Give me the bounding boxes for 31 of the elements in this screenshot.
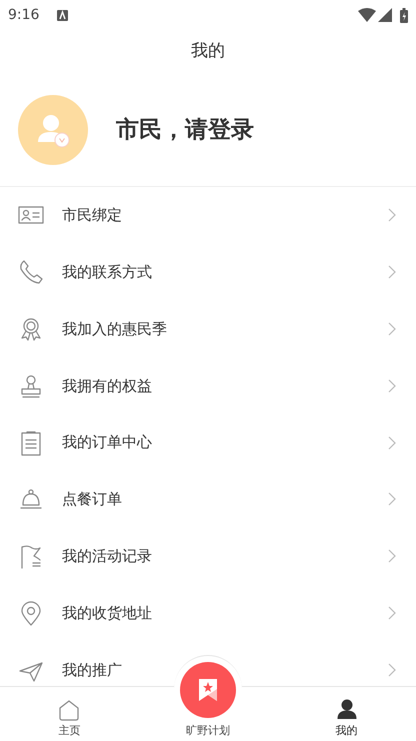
status-time: 9:16 [8,6,40,24]
chevron-right-icon [388,492,396,506]
chevron-right-icon [388,322,396,336]
menu-item[interactable]: 我的联系方式 [62,260,388,284]
chevron-right-icon [388,208,396,222]
menu-item[interactable]: 我的活动记录 [62,544,388,568]
chevron-right-icon [388,606,396,620]
tab[interactable]: 旷野计划 [186,725,230,736]
menu-item[interactable]: 我拥有的权益 [62,374,388,398]
chevron-right-icon [388,436,396,450]
menu-item[interactable]: 我的收货地址 [62,602,388,624]
menu-item[interactable]: 我的订单中心 [62,431,388,454]
menu-item[interactable]: 我加入的惠民季 [62,318,388,340]
person-icon [336,699,357,719]
chevron-right-icon [388,265,396,280]
page-title: 我的 [191,40,225,64]
login-prompt[interactable]: 市民，请登录 [116,112,254,148]
signal-icon [378,8,392,22]
tab[interactable]: 主页 [0,687,139,741]
wifi-icon [358,8,376,22]
menu-item[interactable]: 我的推广 [62,658,388,682]
menu-item[interactable]: 点餐订单 [62,488,388,511]
menu-item[interactable]: 市民绑定 [62,204,388,227]
chevron-right-icon [388,378,396,393]
chevron-right-icon [388,549,396,564]
tab[interactable]: 我的 [277,687,416,741]
battery-icon [400,8,408,22]
chevron-right-icon [388,662,396,677]
phone-icon [18,259,44,286]
home-icon [58,699,80,721]
notification-icon [57,10,68,20]
